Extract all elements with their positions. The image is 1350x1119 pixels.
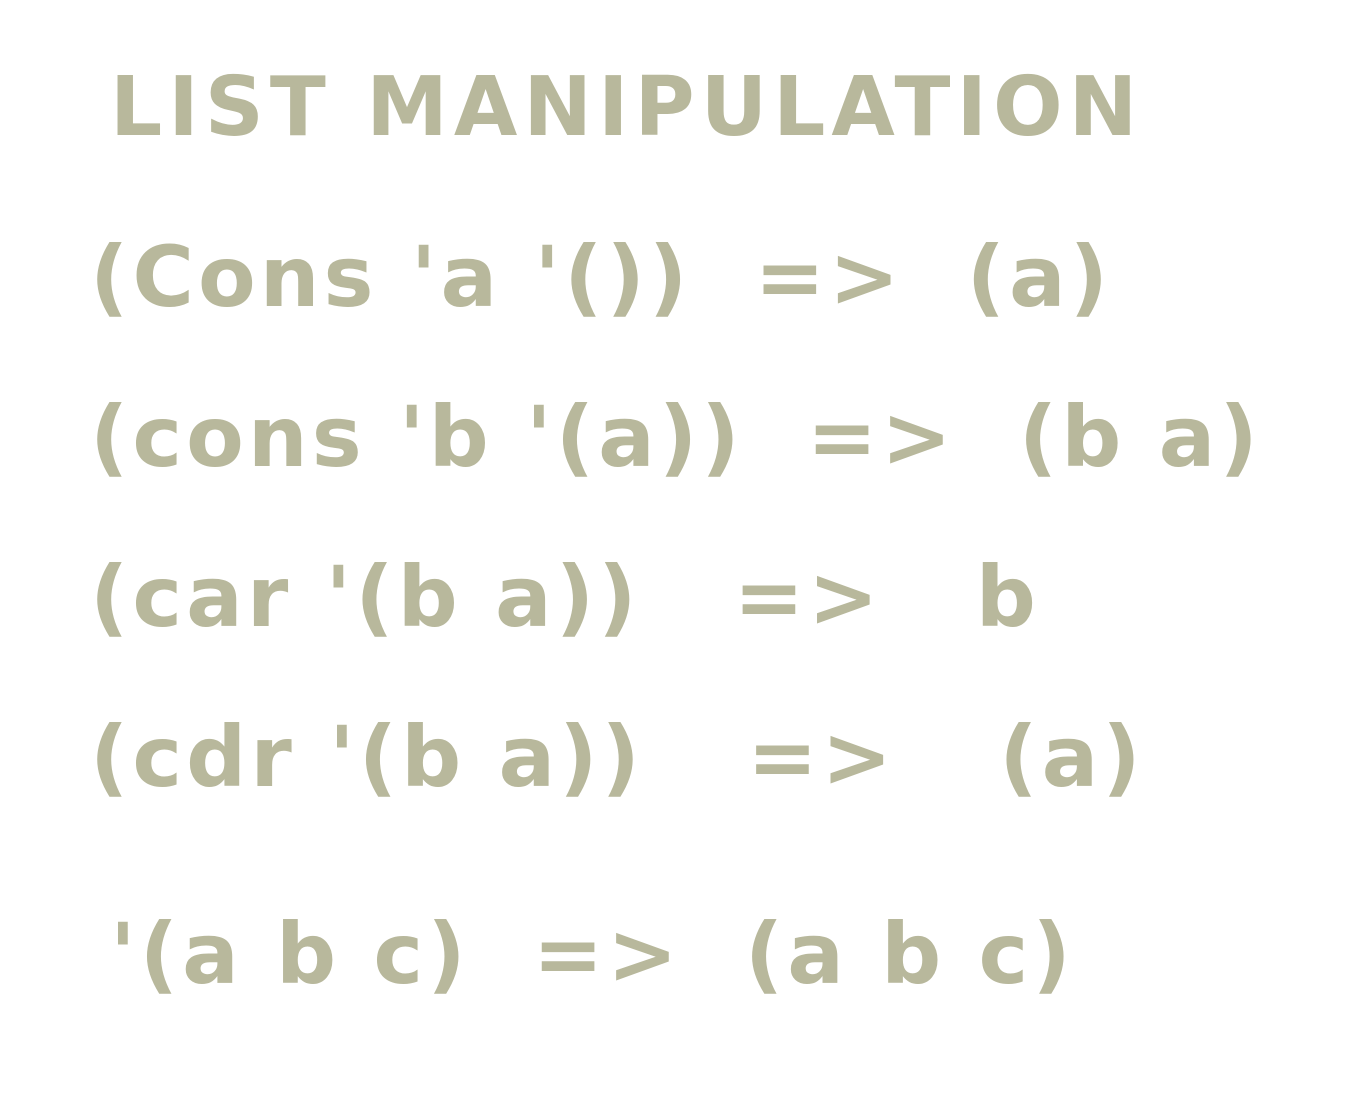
expression: '(a b c) xyxy=(110,905,470,1003)
evaluates-to-arrow: => xyxy=(806,388,956,486)
expression: (cons 'b '(a)) xyxy=(90,388,744,486)
evaluates-to-arrow: => xyxy=(532,905,682,1003)
expression-line: (Cons 'a '()) => (a) xyxy=(90,228,1112,326)
expression-line: (cons 'b '(a)) => (b a) xyxy=(90,388,1262,486)
expression: (car '(b a)) xyxy=(90,548,641,646)
expression-line: '(a b c) => (a b c) xyxy=(110,905,1075,1003)
evaluates-to-arrow: => xyxy=(747,708,896,806)
expression-line: (cdr '(b a)) => (a) xyxy=(90,708,1145,806)
result: (a) xyxy=(999,708,1145,806)
evaluates-to-arrow: => xyxy=(733,548,883,646)
handwritten-note: LIST MANIPULATION (Cons 'a '()) => (a) (… xyxy=(0,0,1350,1119)
note-title: LIST MANIPULATION xyxy=(110,60,1144,155)
result: b xyxy=(975,548,1040,646)
result: (b a) xyxy=(1018,388,1262,486)
result: (a) xyxy=(966,228,1113,326)
result: (a b c) xyxy=(744,905,1075,1003)
evaluates-to-arrow: => xyxy=(754,228,904,326)
expression: (cdr '(b a)) xyxy=(90,708,644,806)
expression: (Cons 'a '()) xyxy=(90,228,692,326)
expression-line: (car '(b a)) => b xyxy=(90,548,1040,646)
